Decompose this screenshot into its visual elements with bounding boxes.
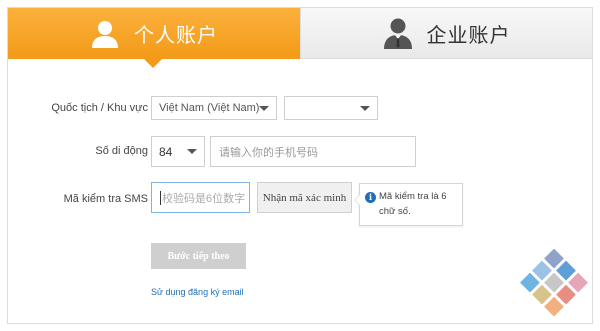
active-tab-pointer xyxy=(144,59,162,68)
chevron-down-icon xyxy=(259,106,269,111)
register-card: 个人账户 企业账户 Quốc tịch / Khu vực Việt Nam (… xyxy=(7,7,593,324)
tab-personal-account[interactable]: 个人账户 xyxy=(8,8,300,59)
text-cursor xyxy=(160,190,161,205)
sms-code-tooltip: i Mã kiểm tra là 6 chữ số. xyxy=(354,183,463,226)
chevron-down-icon xyxy=(187,149,197,154)
person-icon xyxy=(92,20,118,48)
country-code-value: 84 xyxy=(159,144,173,159)
tooltip-line-2: chữ số. xyxy=(379,206,411,217)
region-select[interactable] xyxy=(284,96,378,120)
country-code-select[interactable]: 84 xyxy=(151,136,205,167)
info-icon: i xyxy=(365,192,376,203)
sms-code-input[interactable]: 校验码是6位数字 xyxy=(151,182,250,213)
next-step-button[interactable]: Bước tiếp theo xyxy=(151,243,246,269)
email-register-link[interactable]: Sử dụng đăng ký email xyxy=(151,287,244,297)
sms-code-label: Mã kiểm tra SMS xyxy=(63,193,148,205)
tooltip-line-1: Mã kiểm tra là 6 xyxy=(379,191,447,202)
phone-label: Số di động xyxy=(95,145,148,157)
sms-code-placeholder: 校验码是6位数字 xyxy=(162,192,246,205)
tab-business-label: 企业账户 xyxy=(426,22,511,47)
chevron-down-icon xyxy=(360,106,370,111)
businessman-icon xyxy=(383,18,412,49)
nationality-label: Quốc tịch / Khu vực xyxy=(51,102,148,114)
account-type-tabs: 个人账户 企业账户 xyxy=(8,8,592,68)
country-select[interactable]: Việt Nam (Việt Nam) xyxy=(151,96,277,120)
country-select-value: Việt Nam (Việt Nam) xyxy=(159,102,260,114)
tab-business-account[interactable]: 企业账户 xyxy=(300,8,592,59)
get-code-button[interactable]: Nhận mã xác minh xyxy=(257,182,352,213)
tab-personal-label: 个人账户 xyxy=(134,23,218,47)
phone-input[interactable]: 请输入你的手机号码 xyxy=(210,136,416,167)
brand-logo-icon xyxy=(520,248,588,317)
phone-input-placeholder: 请输入你的手机号码 xyxy=(219,146,318,159)
